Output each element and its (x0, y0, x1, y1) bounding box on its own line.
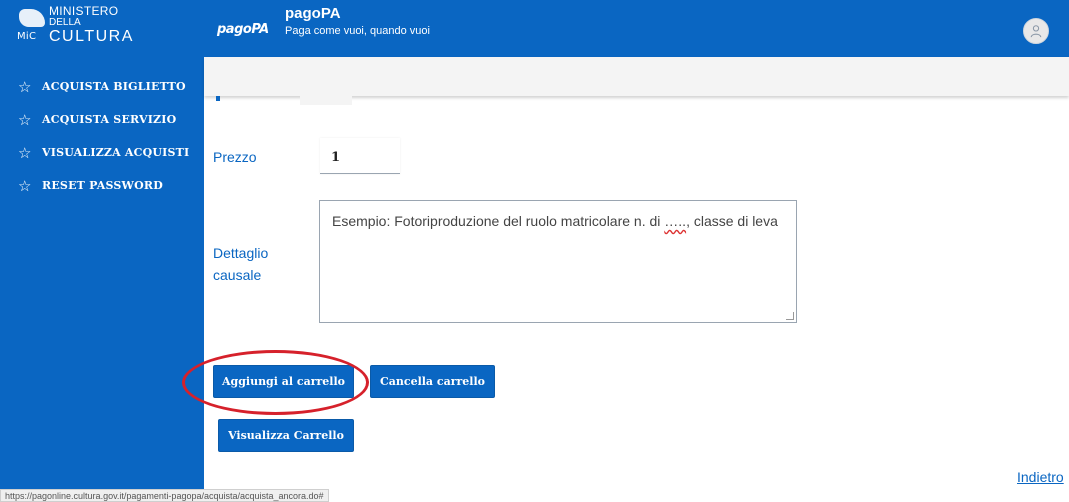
logo-line-3: CULTURA (49, 28, 134, 45)
brand-subtitle: Paga come vuoi, quando vuoi (285, 25, 430, 37)
user-avatar[interactable] (1023, 18, 1049, 44)
price-input[interactable]: 1 (320, 138, 400, 174)
causale-label-line-2: causale (213, 267, 262, 283)
highlight-circle (182, 350, 369, 415)
sidebar-item-label: ACQUISTA BIGLIETTO (42, 80, 186, 93)
sidebar-item-label: ACQUISTA SERVIZIO (42, 113, 177, 126)
sidebar-item-acquista-biglietto[interactable]: ☆ ACQUISTA BIGLIETTO (18, 70, 189, 103)
pagopa-logo[interactable]: pagoPA (217, 22, 269, 37)
sidebar-item-label: RESET PASSWORD (42, 179, 163, 192)
sidebar-item-label: VISUALIZZA ACQUISTI (42, 146, 190, 159)
sidebar-nav: ☆ ACQUISTA BIGLIETTO ☆ ACQUISTA SERVIZIO… (18, 70, 189, 202)
sidebar-item-acquista-servizio[interactable]: ☆ ACQUISTA SERVIZIO (18, 103, 189, 136)
status-bar-url: https://pagonline.cultura.gov.it/pagamen… (0, 489, 329, 502)
causale-text-dots: ….. (664, 213, 687, 229)
price-label: Prezzo (213, 149, 257, 165)
star-outline-icon: ☆ (18, 77, 32, 96)
star-outline-icon: ☆ (18, 110, 32, 129)
resize-handle-icon[interactable] (786, 312, 794, 320)
view-cart-button[interactable]: Visualizza Carrello (218, 419, 354, 452)
cut-off-label (216, 96, 220, 101)
app-window: MiC MINISTERO DELLA CULTURA ☆ ACQUISTA B… (0, 0, 1069, 502)
brand-title: pagoPA (285, 5, 341, 22)
sidebar-item-reset-password[interactable]: ☆ RESET PASSWORD (18, 169, 189, 202)
sub-toolbar (204, 57, 1069, 96)
logo-line-1: MINISTERO (49, 4, 119, 18)
logo-mic-text: MiC (17, 31, 37, 42)
back-link[interactable]: Indietro (1017, 469, 1064, 485)
causale-text: Esempio: Fotoriproduzione del ruolo matr… (332, 213, 665, 229)
top-header: pagoPA pagoPA Paga come vuoi, quando vuo… (204, 0, 1069, 57)
ministry-logo[interactable]: MiC MINISTERO DELLA CULTURA (17, 5, 134, 47)
causale-textarea[interactable]: Esempio: Fotoriproduzione del ruolo matr… (319, 200, 797, 323)
logo-wordmark: MINISTERO DELLA CULTURA (49, 5, 134, 45)
clear-cart-button[interactable]: Cancella carrello (370, 365, 495, 398)
mic-emblem-icon: MiC (17, 5, 47, 47)
causale-label-line-1: Dettaglio (213, 245, 269, 261)
star-outline-icon: ☆ (18, 143, 32, 162)
user-icon (1030, 25, 1042, 38)
star-outline-icon: ☆ (18, 176, 32, 195)
logo-line-2: DELLA (49, 17, 81, 28)
cut-off-field (300, 96, 352, 105)
sidebar: MiC MINISTERO DELLA CULTURA ☆ ACQUISTA B… (0, 0, 204, 492)
causale-text-end: , classe di leva (686, 213, 778, 229)
sidebar-item-visualizza-acquisti[interactable]: ☆ VISUALIZZA ACQUISTI (18, 136, 189, 169)
